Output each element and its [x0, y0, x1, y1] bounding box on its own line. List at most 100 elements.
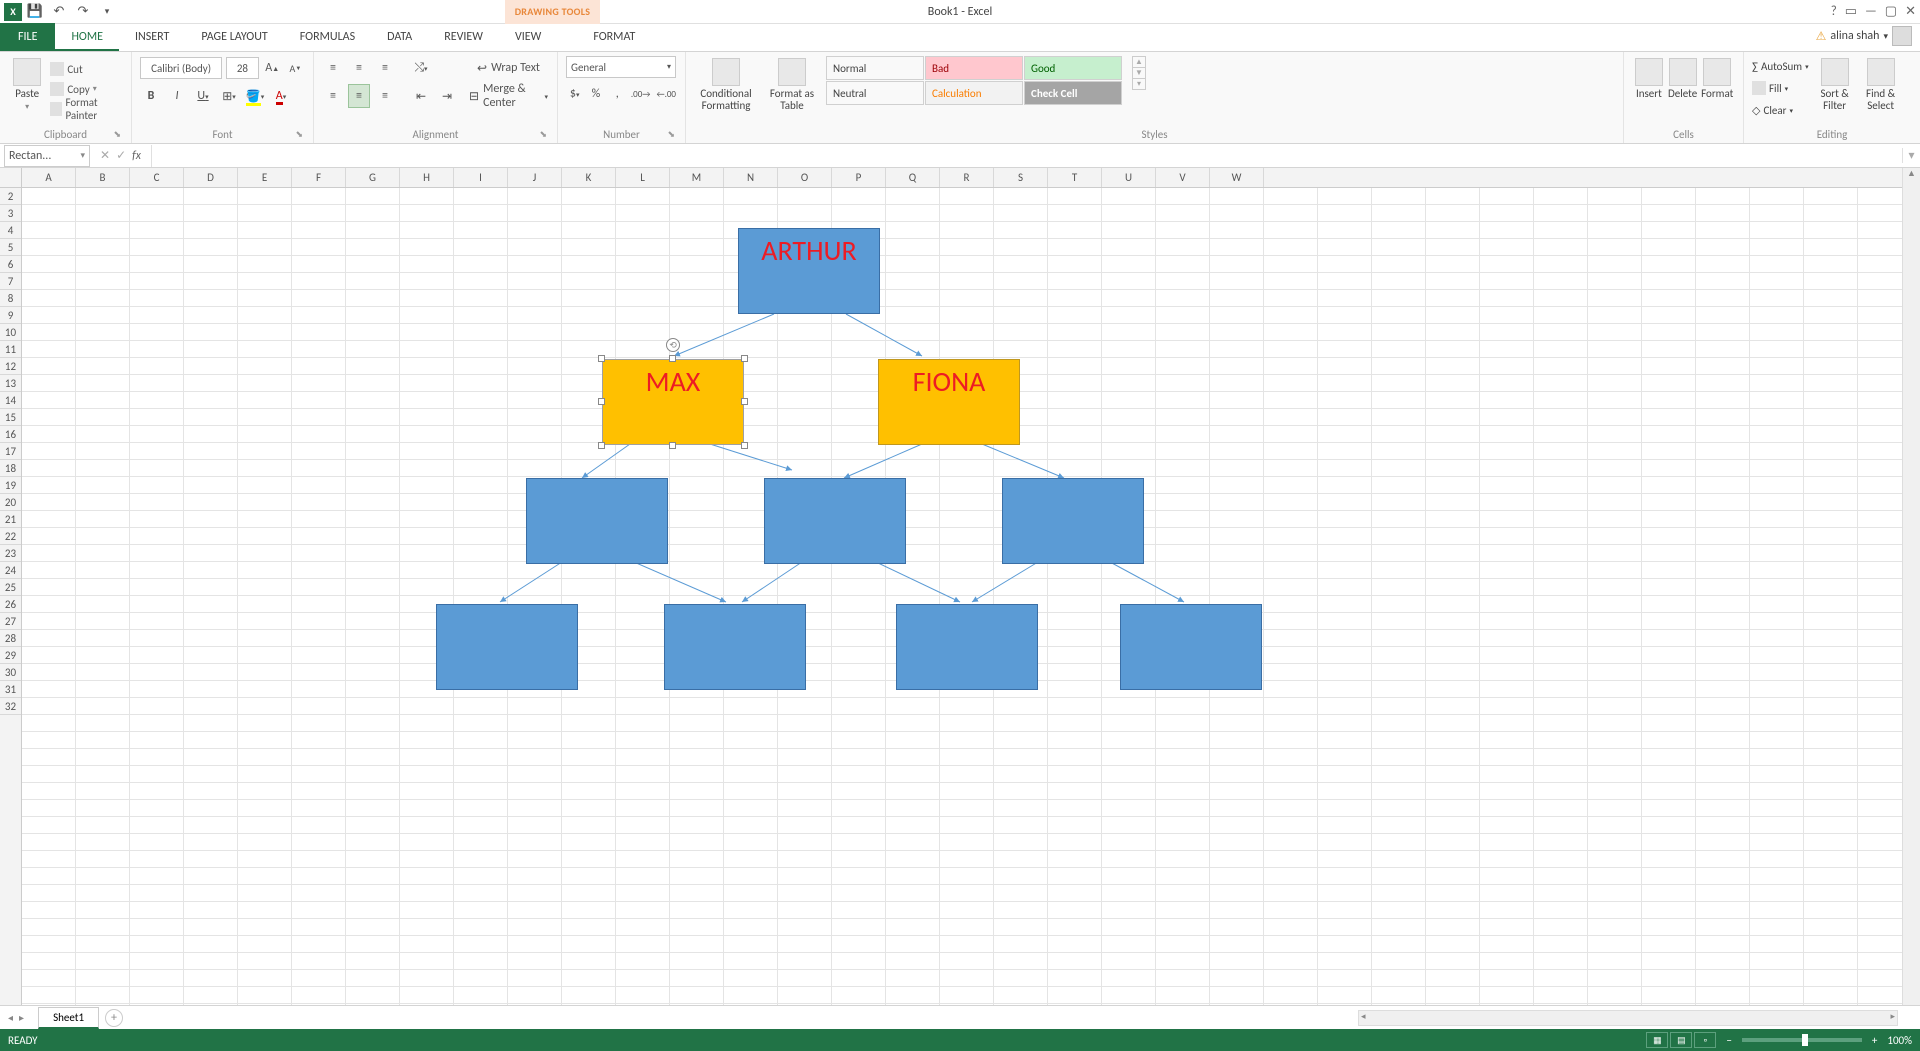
view-normal-button[interactable]: ▦	[1646, 1032, 1668, 1048]
column-header[interactable]: O	[778, 168, 832, 187]
maximize-icon[interactable]: ▢	[1885, 4, 1897, 19]
row-header[interactable]: 11	[0, 341, 21, 358]
row-header[interactable]: 22	[0, 528, 21, 545]
row-header[interactable]: 4	[0, 222, 21, 239]
row-header[interactable]: 6	[0, 256, 21, 273]
shape-box-l4-4[interactable]	[1120, 604, 1262, 690]
increase-decimal-button[interactable]: .00→	[630, 82, 652, 106]
column-header[interactable]: R	[940, 168, 994, 187]
clear-button[interactable]: ◇Clear▾	[1752, 100, 1809, 120]
redo-icon[interactable]: ↷	[72, 1, 94, 23]
column-header[interactable]: A	[22, 168, 76, 187]
enter-formula-icon[interactable]: ✓	[116, 148, 126, 163]
column-header[interactable]: K	[562, 168, 616, 187]
style-neutral[interactable]: Neutral	[826, 81, 924, 105]
ribbon-options-icon[interactable]: ▭	[1845, 4, 1857, 19]
row-header[interactable]: 14	[0, 392, 21, 409]
dialog-launcher-icon[interactable]: ⬊	[539, 129, 547, 140]
name-box[interactable]: Rectan...	[4, 145, 90, 167]
bold-button[interactable]: B	[140, 84, 162, 108]
column-header[interactable]: S	[994, 168, 1048, 187]
column-header[interactable]: Q	[886, 168, 940, 187]
column-header[interactable]: F	[292, 168, 346, 187]
tab-view[interactable]: VIEW	[499, 23, 557, 51]
column-header[interactable]: N	[724, 168, 778, 187]
formula-expand-icon[interactable]: ▾	[1902, 148, 1920, 163]
row-header[interactable]: 26	[0, 596, 21, 613]
cell-grid[interactable]: ARTHUR MAX ⟲ FIONA	[22, 188, 1902, 1005]
row-header[interactable]: 28	[0, 630, 21, 647]
formula-input[interactable]	[151, 145, 1902, 167]
row-header[interactable]: 5	[0, 239, 21, 256]
row-header[interactable]: 7	[0, 273, 21, 290]
sort-filter-button[interactable]: Sort & Filter	[1815, 56, 1855, 122]
column-header[interactable]: B	[76, 168, 130, 187]
insert-cells-button[interactable]: Insert	[1632, 56, 1666, 122]
row-header[interactable]: 25	[0, 579, 21, 596]
zoom-slider[interactable]	[1742, 1038, 1862, 1042]
gallery-up-icon[interactable]: ▲	[1133, 57, 1145, 67]
style-check-cell[interactable]: Check Cell	[1024, 81, 1122, 105]
cell-styles-gallery[interactable]: Normal Bad Good Neutral Calculation Chec…	[826, 56, 1126, 105]
fill-color-button[interactable]: 🪣▾	[244, 84, 266, 108]
style-bad[interactable]: Bad	[925, 56, 1023, 80]
shrink-font-button[interactable]: A▼	[286, 56, 305, 80]
row-header[interactable]: 15	[0, 409, 21, 426]
comma-button[interactable]: ,	[609, 82, 626, 106]
zoom-out-button[interactable]: −	[1726, 1034, 1731, 1047]
column-header[interactable]: H	[400, 168, 454, 187]
percent-button[interactable]: %	[587, 82, 604, 106]
dialog-launcher-icon[interactable]: ⬊	[667, 129, 675, 140]
format-as-table-button[interactable]: Format as Table	[764, 56, 820, 122]
format-cells-button[interactable]: Format	[1699, 56, 1735, 122]
sheet-tab-sheet1[interactable]: Sheet1	[38, 1007, 99, 1029]
grow-font-button[interactable]: A▲	[263, 56, 282, 80]
font-color-button[interactable]: A▾	[270, 84, 292, 108]
style-normal[interactable]: Normal	[826, 56, 924, 80]
tab-file[interactable]: FILE	[0, 23, 55, 51]
column-header[interactable]: L	[616, 168, 670, 187]
row-header[interactable]: 21	[0, 511, 21, 528]
orientation-button[interactable]: ⤭▾	[410, 56, 432, 80]
row-header[interactable]: 19	[0, 477, 21, 494]
tab-insert[interactable]: INSERT	[119, 23, 185, 51]
find-select-button[interactable]: Find & Select	[1861, 56, 1901, 122]
help-icon[interactable]: ?	[1831, 4, 1837, 19]
shape-arthur[interactable]: ARTHUR	[738, 228, 880, 314]
undo-icon[interactable]: ↶	[48, 1, 70, 23]
wrap-text-button[interactable]: ↩Wrap Text	[468, 56, 549, 80]
row-header[interactable]: 2	[0, 188, 21, 205]
vertical-scrollbar[interactable]: ▲	[1902, 168, 1920, 1005]
row-header[interactable]: 13	[0, 375, 21, 392]
close-icon[interactable]: ✕	[1905, 4, 1916, 19]
shape-box-l3-3[interactable]	[1002, 478, 1144, 564]
column-header[interactable]: D	[184, 168, 238, 187]
dialog-launcher-icon[interactable]: ⬊	[113, 129, 121, 140]
column-header[interactable]: E	[238, 168, 292, 187]
style-good[interactable]: Good	[1024, 56, 1122, 80]
align-bottom-button[interactable]: ≡	[374, 56, 396, 80]
row-header[interactable]: 29	[0, 647, 21, 664]
fill-button[interactable]: Fill▾	[1752, 78, 1809, 98]
zoom-level[interactable]: 100%	[1887, 1034, 1912, 1047]
new-sheet-button[interactable]: +	[105, 1009, 123, 1027]
tab-review[interactable]: REVIEW	[428, 23, 499, 51]
font-name-combo[interactable]: Calibri (Body)	[140, 57, 222, 79]
row-header[interactable]: 31	[0, 681, 21, 698]
column-header[interactable]: W	[1210, 168, 1264, 187]
format-painter-button[interactable]: Format Painter	[50, 100, 123, 118]
rotate-handle-icon[interactable]: ⟲	[666, 338, 680, 352]
number-format-combo[interactable]: General▾	[566, 56, 676, 78]
select-all-corner[interactable]	[0, 168, 22, 188]
column-header[interactable]: M	[670, 168, 724, 187]
currency-button[interactable]: $▾	[566, 82, 583, 106]
align-top-button[interactable]: ≡	[322, 56, 344, 80]
tab-formulas[interactable]: FORMULAS	[284, 23, 371, 51]
merge-center-button[interactable]: ⊟Merge & Center▾	[468, 84, 549, 108]
row-header[interactable]: 24	[0, 562, 21, 579]
shape-box-l3-1[interactable]	[526, 478, 668, 564]
conditional-formatting-button[interactable]: Conditional Formatting	[694, 56, 758, 122]
dialog-launcher-icon[interactable]: ⬊	[295, 129, 303, 140]
column-header[interactable]: I	[454, 168, 508, 187]
shape-max[interactable]: MAX	[602, 359, 744, 445]
